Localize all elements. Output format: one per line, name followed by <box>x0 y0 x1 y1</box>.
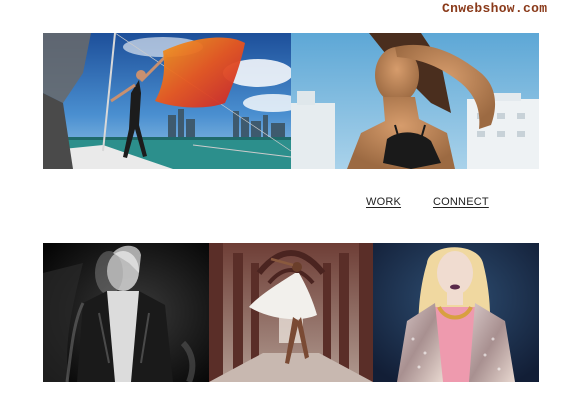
dancer-arcade-image <box>209 243 373 382</box>
photo-blonde-sequin-jacket[interactable] <box>373 243 539 382</box>
leather-jacket-image <box>43 243 209 382</box>
main-navigation: WORK CONNECT <box>0 196 580 212</box>
photo-model-shading-eyes[interactable] <box>291 33 539 169</box>
nav-link-work[interactable]: WORK <box>366 196 401 208</box>
site-watermark: Cnwebshow.com <box>442 1 548 16</box>
sailboat-image <box>43 33 291 169</box>
photo-dancer-arcade[interactable] <box>209 243 373 382</box>
photo-model-leather-jacket[interactable] <box>43 243 209 382</box>
nav-link-connect[interactable]: CONNECT <box>433 196 489 208</box>
shading-eyes-image <box>291 33 539 169</box>
blonde-sequin-image <box>373 243 539 382</box>
photo-model-sailboat[interactable] <box>43 33 291 169</box>
